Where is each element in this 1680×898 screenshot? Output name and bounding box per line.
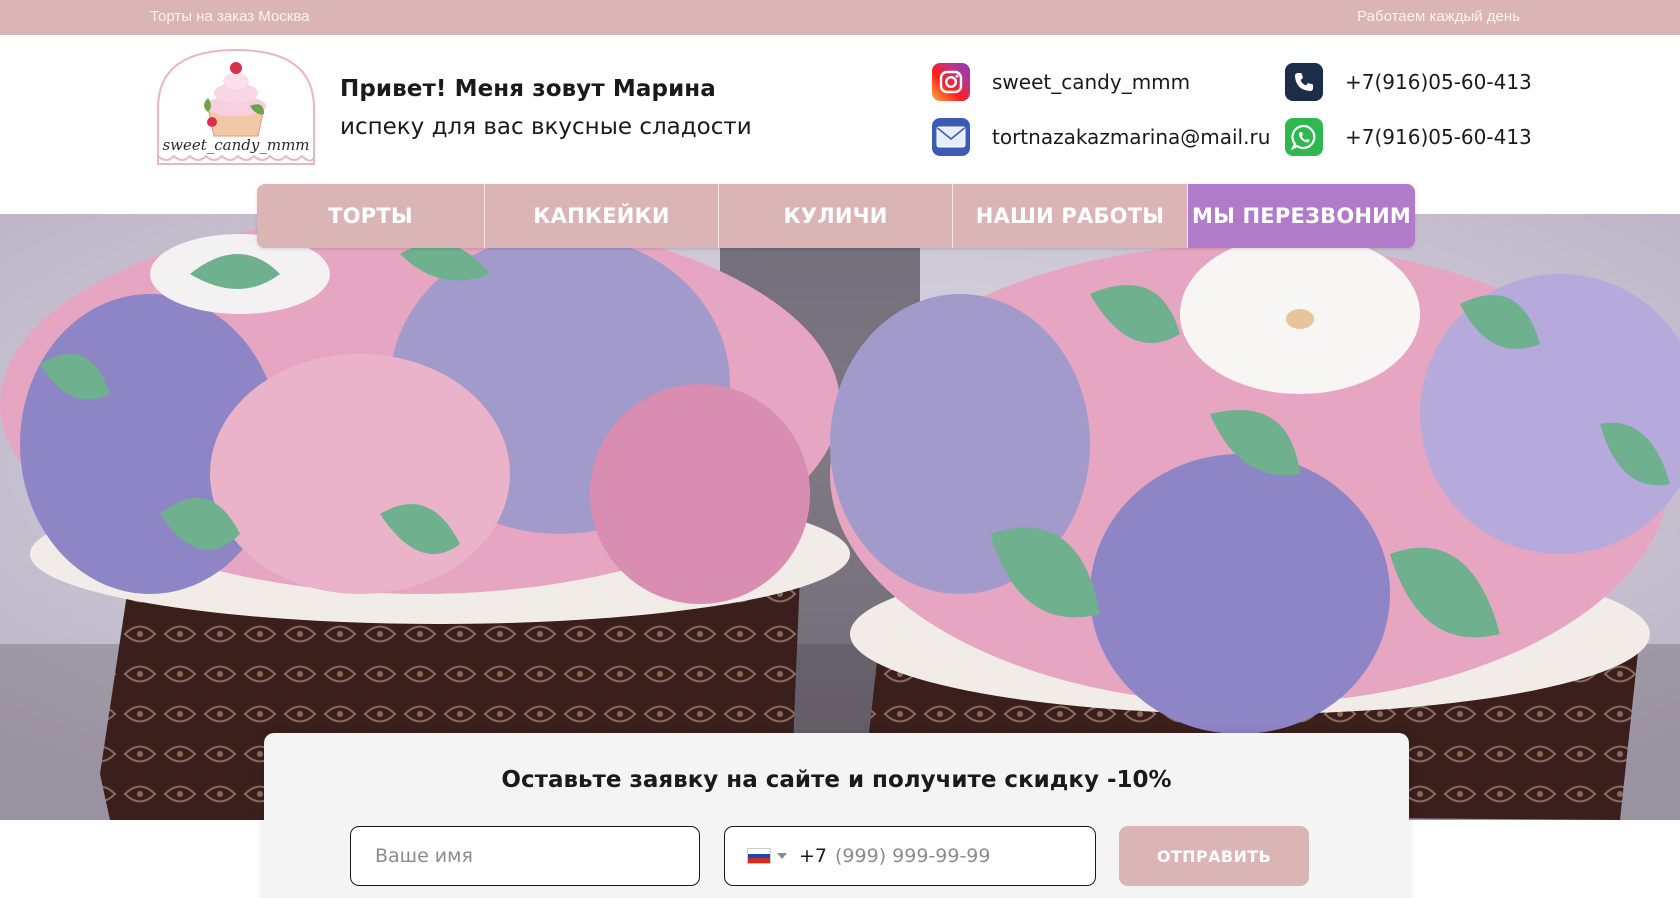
contact-instagram[interactable]: sweet_candy_mmm [932,62,1190,102]
phone-icon [1285,63,1323,101]
instagram-icon [932,63,970,101]
request-form: Оставьте заявку на сайте и получите скид… [264,733,1409,898]
whatsapp-icon [1285,118,1323,156]
phone-number[interactable]: +7(916)05-60-413 [1345,70,1532,94]
chevron-down-icon[interactable] [777,853,787,859]
greeting-subtitle: испеку для вас вкусные сладости [340,114,752,140]
top-bar: Торты на заказ Москва Работаем каждый де… [0,0,1680,35]
hero-image [0,214,1680,820]
email-address[interactable]: tortnazakazmarina@mail.ru [992,125,1270,149]
mail-icon [932,118,970,156]
submit-button[interactable]: ОТПРАВИТЬ [1119,826,1309,886]
nav-item-kulichi[interactable]: КУЛИЧИ [719,184,953,248]
main-nav: ТОРТЫ КАПКЕЙКИ КУЛИЧИ НАШИ РАБОТЫ МЫ ПЕР… [257,184,1415,248]
country-code: +7 [799,845,828,867]
instagram-handle[interactable]: sweet_candy_mmm [992,70,1190,94]
contact-email[interactable]: tortnazakazmarina@mail.ru [932,117,1270,157]
russia-flag-icon[interactable] [747,848,771,864]
form-title: Оставьте заявку на сайте и получите скид… [501,767,1172,793]
nav-item-cupcakes[interactable]: КАПКЕЙКИ [485,184,719,248]
contact-phone[interactable]: +7(916)05-60-413 [1285,62,1532,102]
top-bar-city: Торты на заказ Москва [150,8,310,25]
contact-whatsapp[interactable]: +7(916)05-60-413 [1285,117,1532,157]
nav-item-callback[interactable]: МЫ ПЕРЕЗВОНИМ [1188,184,1415,248]
site-logo[interactable]: sweet_candy_mmm [152,46,320,166]
nav-item-cakes[interactable]: ТОРТЫ [257,184,485,248]
logo-text: sweet_candy_mmm [162,136,309,154]
top-bar-schedule: Работаем каждый день [1357,8,1520,25]
whatsapp-number[interactable]: +7(916)05-60-413 [1345,125,1532,149]
phone-placeholder: (999) 999-99-99 [835,845,991,867]
name-input[interactable]: Ваше имя [350,826,700,886]
phone-input[interactable]: +7 (999) 999-99-99 [724,826,1096,886]
greeting-title: Привет! Меня зовут Марина [340,76,716,102]
nav-item-our-works[interactable]: НАШИ РАБОТЫ [953,184,1188,248]
